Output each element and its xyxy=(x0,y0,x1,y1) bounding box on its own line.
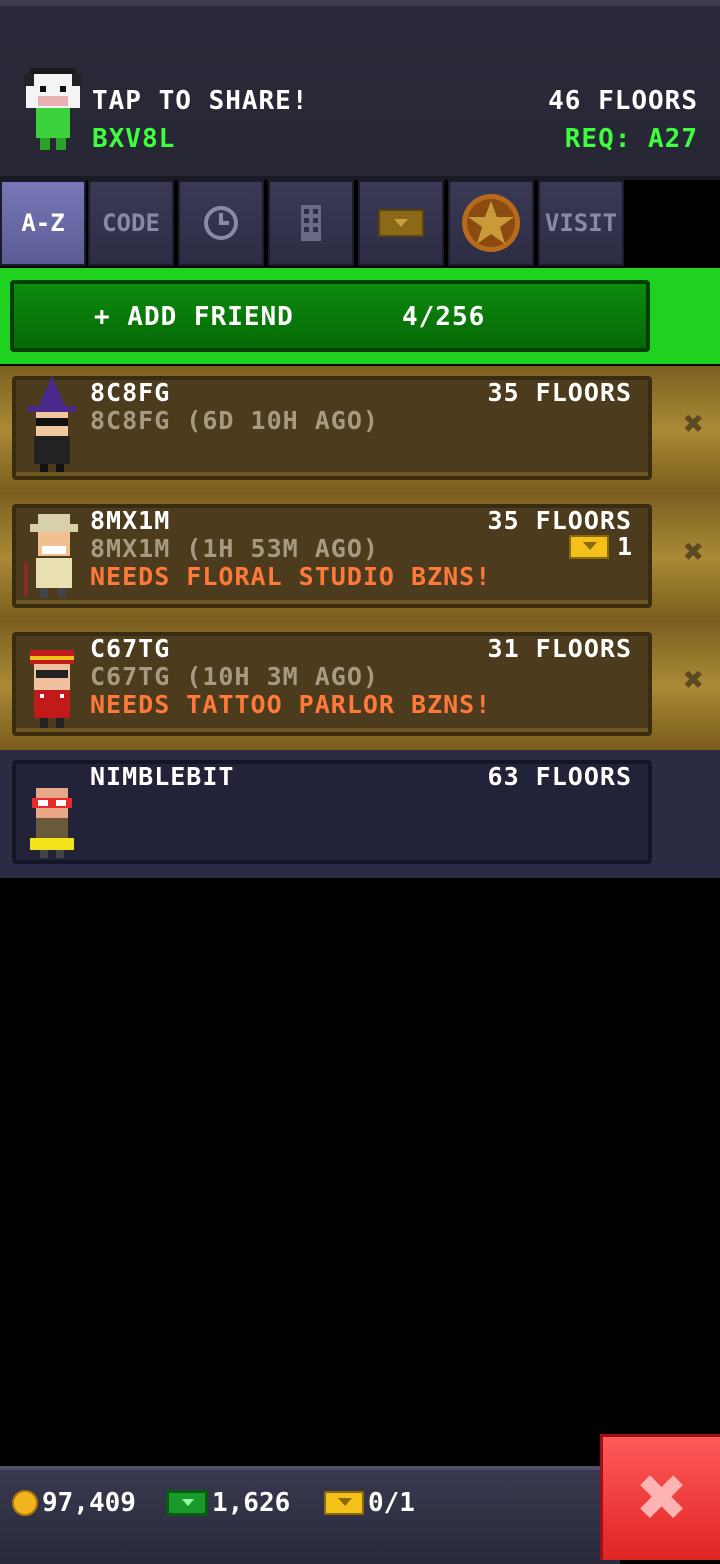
friend-avatar-nimblebit xyxy=(30,788,74,858)
friend-row[interactable]: NIMBLEBIT 63 FLOORS xyxy=(0,750,720,878)
tab-code-label: CODE xyxy=(102,209,160,237)
friend-needs: NEEDS TATTOO PARLOR BZNS! xyxy=(90,690,492,719)
ticket-icon xyxy=(378,209,424,237)
remove-friend-icon[interactable]: ✖ xyxy=(684,404,704,444)
friend-ticket-count: 1 xyxy=(616,532,632,561)
ticket-icon xyxy=(324,1491,364,1515)
friend-avatar-wizard xyxy=(28,376,76,472)
remove-friend-icon[interactable]: ✖ xyxy=(684,532,704,572)
friend-last-seen: C67TG (10H 3M AGO) xyxy=(90,662,379,691)
add-friend-button[interactable]: + ADD FRIEND 4/256 xyxy=(10,280,650,352)
friend-name: C67TG xyxy=(90,634,171,663)
close-button[interactable]: ✖ xyxy=(600,1434,720,1560)
friend-count: 4/256 xyxy=(402,302,486,332)
friend-last-seen: 8C8FG (6D 10H AGO) xyxy=(90,406,379,435)
friend-avatar-bellhop xyxy=(30,650,74,728)
bux-icon xyxy=(166,1490,208,1516)
requirement-label: REQ: A27 xyxy=(564,124,698,154)
remove-friend-icon[interactable]: ✖ xyxy=(684,660,704,700)
friend-floors: 35 FLOORS xyxy=(487,506,632,535)
friend-floors: 35 FLOORS xyxy=(487,378,632,407)
tickets-stat: 0/1 xyxy=(324,1488,415,1518)
tab-a-z-label: A-Z xyxy=(21,209,65,237)
header[interactable]: TAP TO SHARE! BXV8L 46 FLOORS REQ: A27 xyxy=(0,0,720,180)
coin-icon xyxy=(12,1490,38,1516)
coins-stat: 97,409 xyxy=(12,1488,136,1518)
bux-value: 1,626 xyxy=(212,1488,291,1518)
friend-row[interactable]: 8C8FG 35 FLOORS 8C8FG (6D 10H AGO) ✖ xyxy=(0,366,720,494)
currency-bar: 97,409 1,626 0/1 xyxy=(0,1466,620,1564)
friend-avatar-safari xyxy=(24,514,78,598)
star-medal-icon xyxy=(462,194,520,252)
friend-row[interactable]: 8MX1M 35 FLOORS 8MX1M (1H 53M AGO) 1 NEE… xyxy=(0,494,720,622)
building-icon xyxy=(301,205,321,241)
tab-recent[interactable] xyxy=(178,180,264,266)
tab-code[interactable]: CODE xyxy=(88,180,174,266)
tab-a-z[interactable]: A-Z xyxy=(0,180,86,266)
coins-value: 97,409 xyxy=(42,1488,136,1518)
friend-floors: 63 FLOORS xyxy=(487,762,632,791)
tab-floors[interactable] xyxy=(268,180,354,266)
bux-stat: 1,626 xyxy=(166,1488,290,1518)
tickets-value: 0/1 xyxy=(368,1488,415,1518)
tab-visit-label: VISIT xyxy=(544,209,618,237)
friend-needs: NEEDS FLORAL STUDIO BZNS! xyxy=(90,562,492,591)
add-friend-label: + ADD FRIEND xyxy=(94,302,294,332)
friend-name: NIMBLEBIT xyxy=(90,762,235,791)
tap-to-share-label[interactable]: TAP TO SHARE! xyxy=(92,86,309,116)
tab-vip[interactable] xyxy=(448,180,534,266)
player-floors: 46 FLOORS xyxy=(548,86,698,116)
friend-name: 8C8FG xyxy=(90,378,171,407)
ticket-icon xyxy=(568,534,609,559)
friend-name: 8MX1M xyxy=(90,506,171,535)
friend-last-seen: 8MX1M (1H 53M AGO) xyxy=(90,534,379,563)
friend-ticket-badge: 1 xyxy=(568,532,632,561)
add-friend-bar: + ADD FRIEND 4/256 xyxy=(0,268,720,364)
tab-bar: A-Z CODE VISIT xyxy=(0,180,720,268)
tab-tickets[interactable] xyxy=(358,180,444,266)
friend-row[interactable]: C67TG 31 FLOORS C67TG (10H 3M AGO) NEEDS… xyxy=(0,622,720,750)
friend-floors: 31 FLOORS xyxy=(487,634,632,663)
player-avatar[interactable] xyxy=(22,68,84,154)
clock-icon xyxy=(204,206,238,240)
tab-visit[interactable]: VISIT xyxy=(538,180,624,266)
close-icon: ✖ xyxy=(634,1461,689,1536)
user-code: BXV8L xyxy=(92,124,176,154)
